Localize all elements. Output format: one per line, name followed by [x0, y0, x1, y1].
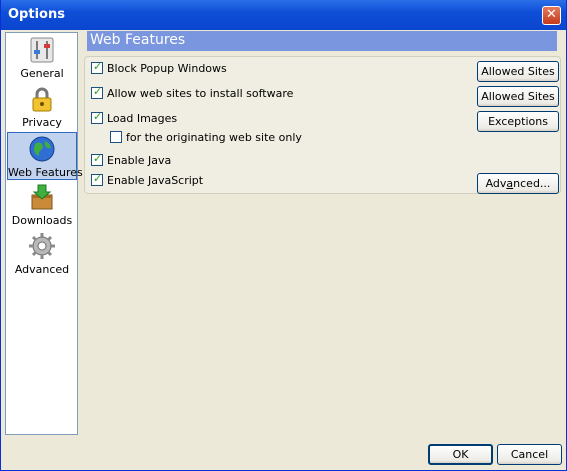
block-popups-checkbox[interactable] [91, 60, 103, 74]
sidebar-item-web-features[interactable]: Web Features [7, 132, 83, 180]
ok-button[interactable]: OK [428, 444, 493, 465]
panel-header: Web Features [87, 31, 557, 51]
cancel-button[interactable]: Cancel [497, 444, 562, 465]
close-button[interactable]: ✕ [542, 6, 561, 25]
images-exceptions-button[interactable]: Exceptions [477, 111, 559, 132]
enable-java-label[interactable]: Enable Java [107, 154, 171, 167]
sidebar-item-general[interactable]: General [7, 34, 77, 82]
sidebar-item-label: Privacy [22, 116, 62, 129]
allow-install-label[interactable]: Allow web sites to install software [107, 87, 293, 100]
category-sidebar: General Privacy Web Features Downloads A… [5, 32, 83, 435]
sidebar-item-label: Downloads [11, 214, 73, 227]
globe-icon [29, 136, 55, 162]
javascript-advanced-button[interactable]: Advanced... [477, 173, 559, 194]
originating-site-checkbox[interactable] [110, 131, 122, 143]
sidebar-item-downloads[interactable]: Downloads [7, 181, 77, 229]
sidebar-item-advanced[interactable]: Advanced [7, 230, 77, 278]
advanced-label-prefix: Adv [485, 177, 507, 190]
title-bar[interactable]: Options ✕ [1, 0, 566, 30]
enable-java-checkbox[interactable] [91, 152, 103, 166]
block-popups-label[interactable]: Block Popup Windows [107, 62, 227, 75]
sidebar-item-label: Web Features [8, 166, 83, 179]
load-images-checkbox[interactable] [91, 110, 103, 124]
sidebar-item-privacy[interactable]: Privacy [7, 83, 77, 131]
enable-javascript-checkbox[interactable] [91, 172, 103, 186]
download-box-icon [31, 184, 53, 210]
install-allowed-sites-button[interactable]: Allowed Sites [477, 86, 559, 107]
window-title: Options [8, 7, 65, 22]
gear-icon [29, 233, 55, 259]
enable-javascript-label[interactable]: Enable JavaScript [107, 174, 203, 187]
popup-allowed-sites-button[interactable]: Allowed Sites [477, 61, 559, 82]
originating-site-label[interactable]: for the originating web site only [126, 131, 302, 144]
lock-icon [32, 87, 52, 112]
panel-title: Web Features [90, 32, 186, 48]
advanced-label-suffix: nced... [513, 177, 551, 190]
allow-install-checkbox[interactable] [91, 85, 103, 99]
sidebar-item-label: Advanced [14, 263, 70, 276]
load-images-label[interactable]: Load Images [107, 112, 177, 125]
sidebar-item-label: General [20, 67, 64, 80]
sliders-icon [30, 37, 54, 63]
options-window: Options ✕ General Privacy Web Features D… [0, 0, 567, 471]
web-features-group: Block Popup Windows Allowed Sites Allow … [84, 56, 561, 194]
